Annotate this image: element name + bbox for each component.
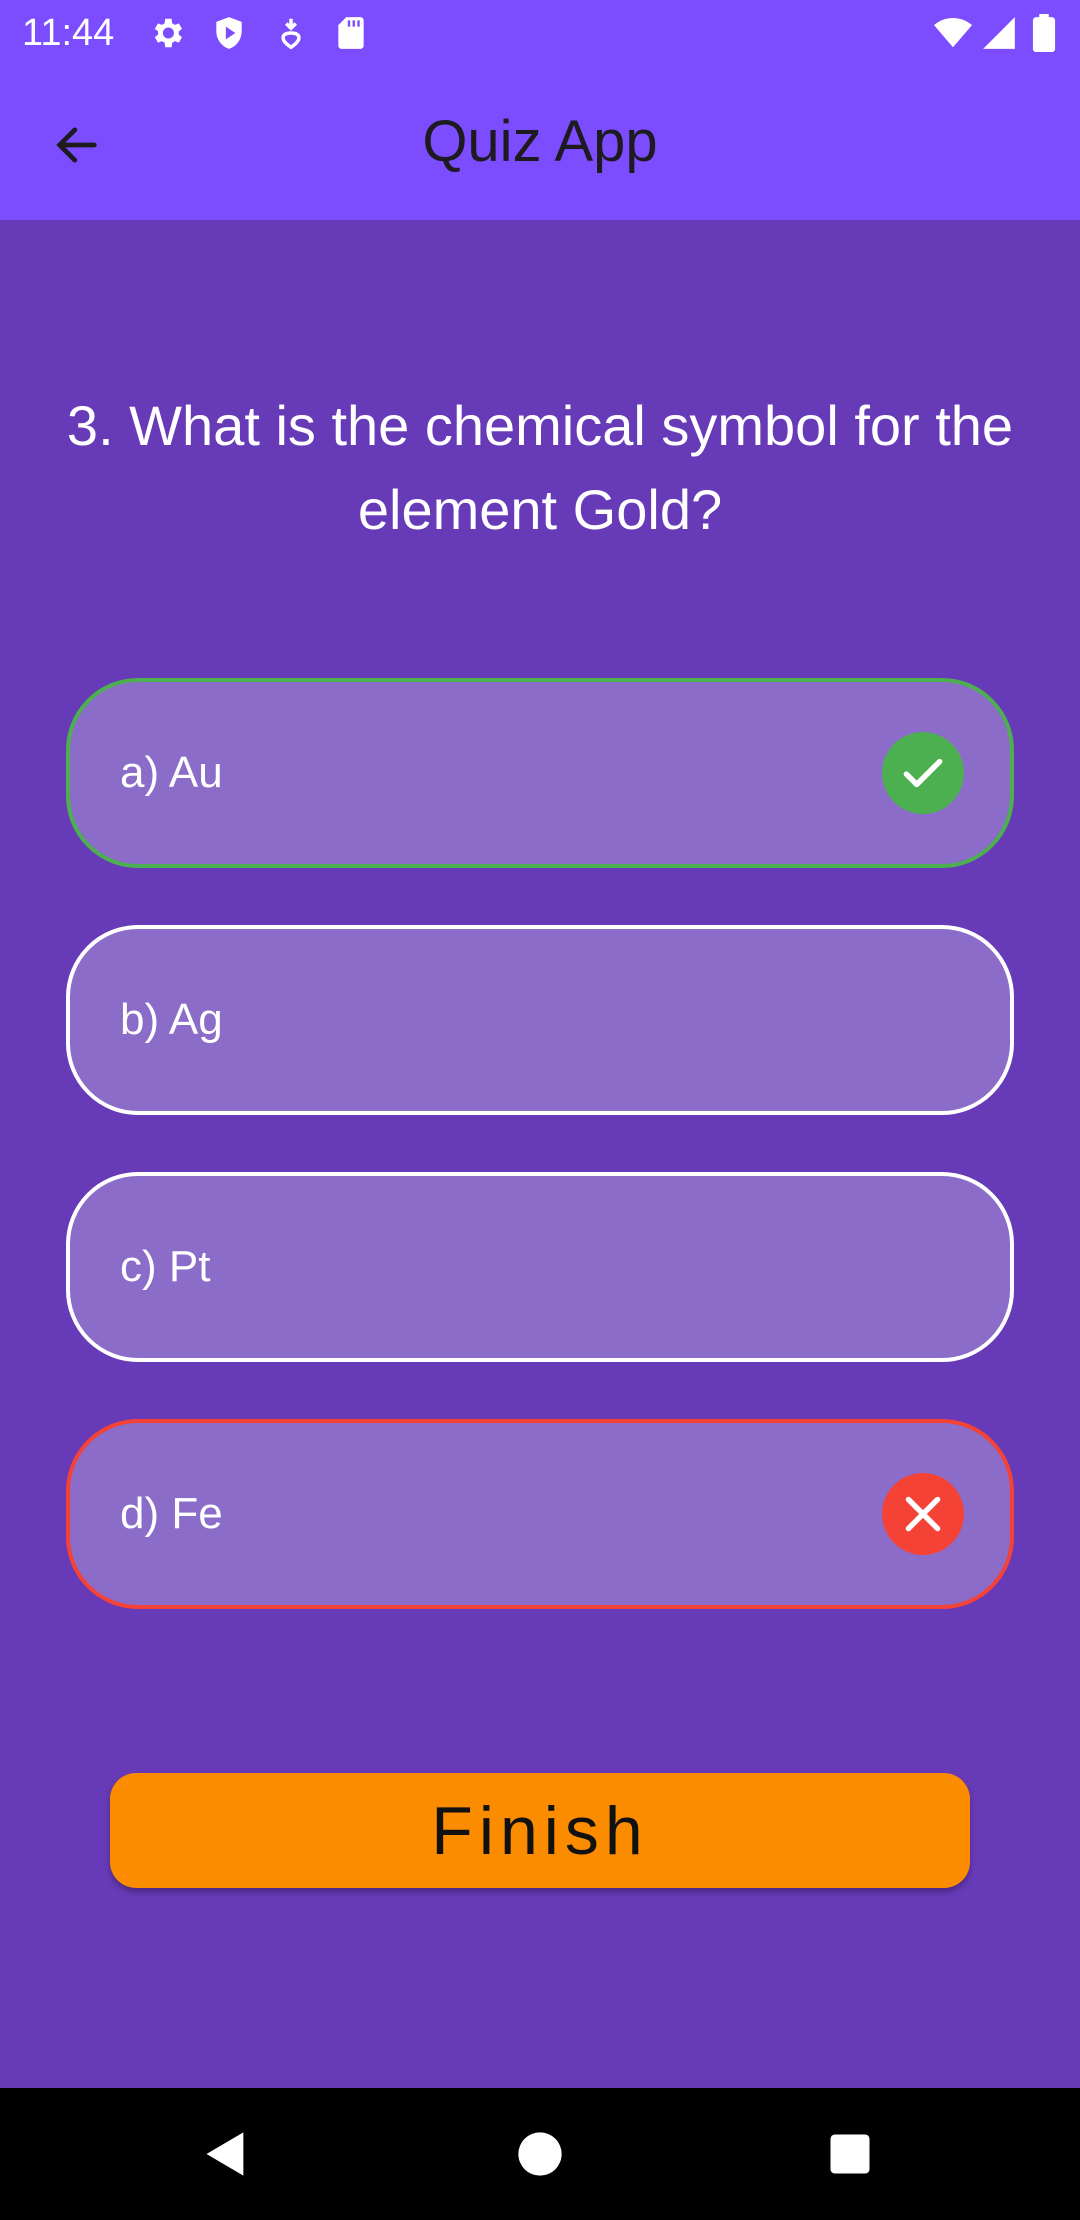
status-bar: 11:44 bbox=[0, 0, 1080, 66]
shield-icon bbox=[210, 14, 248, 52]
recents-square-icon bbox=[830, 2134, 870, 2174]
back-triangle-icon bbox=[206, 2132, 244, 2176]
option-a[interactable]: a) Au bbox=[66, 678, 1014, 868]
battery-icon bbox=[1030, 14, 1058, 52]
question-text: 3. What is the chemical symbol for the e… bbox=[66, 394, 1014, 541]
navigation-bar bbox=[0, 2088, 1080, 2220]
home-circle-icon bbox=[518, 2132, 562, 2176]
gear-icon bbox=[148, 14, 186, 52]
option-b[interactable]: b) Ag bbox=[66, 925, 1014, 1115]
close-icon bbox=[882, 1473, 964, 1555]
nav-recents-button[interactable] bbox=[814, 2118, 886, 2190]
finish-button[interactable]: Finish bbox=[110, 1773, 970, 1888]
signal-icon bbox=[980, 14, 1018, 52]
nav-back-button[interactable] bbox=[190, 2118, 262, 2190]
option-d[interactable]: d) Fe bbox=[66, 1419, 1014, 1609]
app-bar: Quiz App bbox=[0, 66, 1080, 220]
option-label: b) Ag bbox=[120, 995, 223, 1044]
option-c[interactable]: c) Pt bbox=[66, 1172, 1014, 1362]
option-label: c) Pt bbox=[120, 1242, 211, 1291]
status-time: 11:44 bbox=[22, 12, 115, 54]
download-icon bbox=[272, 14, 310, 52]
option-label: a) Au bbox=[120, 748, 223, 797]
option-label: d) Fe bbox=[120, 1489, 223, 1538]
check-icon bbox=[882, 732, 964, 814]
app-title: Quiz App bbox=[422, 109, 658, 174]
wifi-icon bbox=[934, 14, 972, 52]
nav-home-button[interactable] bbox=[504, 2118, 576, 2190]
sd-card-icon bbox=[332, 14, 370, 52]
